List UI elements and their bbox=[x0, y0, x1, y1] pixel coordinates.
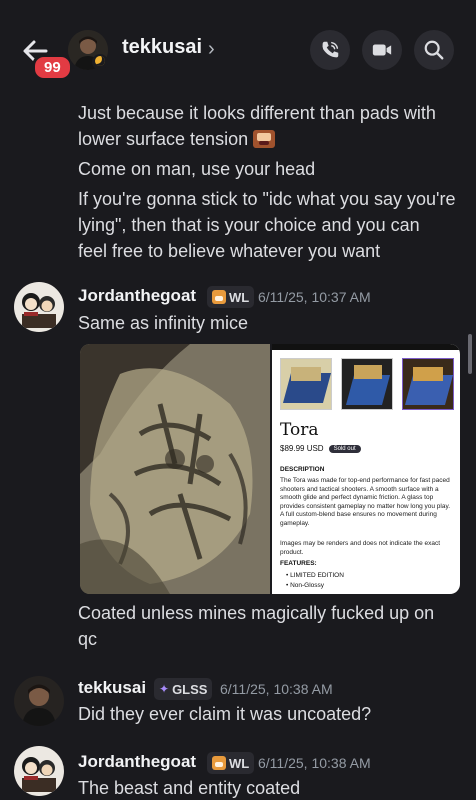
shiba-icon bbox=[212, 756, 226, 770]
guild-tag-label: WL bbox=[229, 755, 250, 771]
message-line: lying", then that is your choice and you… bbox=[78, 215, 420, 235]
avatar[interactable] bbox=[14, 282, 64, 332]
guild-tag-label: WL bbox=[229, 289, 250, 305]
message-line: Just because it looks different than pad… bbox=[78, 103, 436, 123]
sparkle-icon: ✦ bbox=[159, 682, 170, 696]
shiba-icon bbox=[212, 290, 226, 304]
timestamp: 6/11/25, 10:38 AM bbox=[258, 755, 371, 771]
page-title[interactable]: tekkusai bbox=[122, 36, 202, 59]
product-price-row: $89.99 USD Sold out bbox=[280, 444, 361, 453]
product-thumbnails bbox=[280, 358, 454, 410]
message-text: The beast and entity coated bbox=[78, 778, 301, 798]
status-idle-icon bbox=[92, 54, 108, 70]
unread-badge: 99 bbox=[32, 54, 73, 81]
message-line: qc bbox=[78, 629, 98, 649]
call-button[interactable] bbox=[310, 30, 350, 70]
message-line: feel free to believe whatever you want bbox=[78, 241, 381, 261]
feature-item: • LIMITED EDITION bbox=[286, 572, 344, 579]
product-description: The Tora was made for top-end performanc… bbox=[280, 477, 451, 527]
message-author[interactable]: tekkusai bbox=[78, 678, 146, 698]
message-text: If you're gonna stick to "idc what you s… bbox=[78, 186, 468, 264]
video-camera-icon bbox=[372, 44, 392, 56]
sold-out-badge: Sold out bbox=[328, 444, 361, 453]
message-text: Coated unless mines magically fucked up … bbox=[78, 600, 468, 652]
message-line: Coated unless mines magically fucked up … bbox=[78, 603, 435, 623]
phone-icon bbox=[322, 41, 339, 58]
message-author[interactable]: Jordanthegoat bbox=[78, 286, 196, 306]
product-screenshot[interactable]: Tora $89.99 USD Sold out DESCRIPTION The… bbox=[272, 344, 460, 594]
avatar[interactable] bbox=[14, 676, 64, 726]
product-price: $89.99 USD bbox=[280, 444, 324, 453]
guild-tag[interactable]: WL bbox=[207, 752, 255, 774]
laughing-emoji-icon bbox=[253, 130, 276, 148]
search-icon bbox=[424, 40, 444, 60]
timestamp: 6/11/25, 10:37 AM bbox=[258, 289, 371, 305]
message-line: If you're gonna stick to "idc what you s… bbox=[78, 189, 456, 209]
message-text: Did they ever claim it was uncoated? bbox=[78, 704, 372, 724]
guild-tag[interactable]: WL bbox=[207, 286, 255, 308]
message-author[interactable]: Jordanthegoat bbox=[78, 752, 196, 772]
features-title: FEATURES: bbox=[280, 560, 317, 567]
product-note: Images may be renders and does not indic… bbox=[280, 540, 441, 556]
search-button[interactable] bbox=[414, 30, 454, 70]
description-title: DESCRIPTION bbox=[280, 466, 325, 473]
avatar[interactable] bbox=[14, 746, 64, 796]
product-thumbnail[interactable] bbox=[280, 358, 332, 410]
guild-tag-label: GLSS bbox=[172, 681, 208, 697]
product-thumbnail[interactable] bbox=[402, 358, 454, 410]
scrollbar[interactable] bbox=[468, 334, 472, 374]
chevron-right-icon[interactable]: › bbox=[208, 38, 215, 61]
timestamp: 6/11/25, 10:38 AM bbox=[220, 681, 333, 697]
video-call-button[interactable] bbox=[362, 30, 402, 70]
message-text: Come on man, use your head bbox=[78, 159, 316, 179]
message-text: Just because it looks different than pad… bbox=[78, 100, 468, 152]
attachment-image[interactable] bbox=[80, 344, 270, 594]
product-thumbnail[interactable] bbox=[341, 358, 393, 410]
message-text: Same as infinity mice bbox=[78, 313, 249, 333]
chat-header: 99 tekkusai › bbox=[0, 0, 476, 100]
feature-item: • Non-Glossy bbox=[286, 582, 325, 589]
product-name: Tora bbox=[280, 420, 319, 440]
message-line: lower surface tension bbox=[78, 126, 468, 152]
guild-tag[interactable]: ✦ GLSS bbox=[154, 678, 213, 700]
